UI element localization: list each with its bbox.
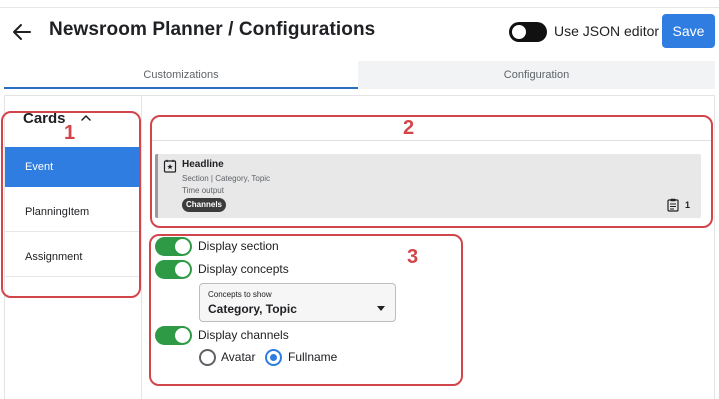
back-arrow-icon[interactable] bbox=[10, 20, 34, 44]
tab-customizations[interactable]: Customizations bbox=[4, 61, 358, 89]
page-title: Newsroom Planner / Configurations bbox=[49, 19, 376, 40]
annotation-box-2 bbox=[150, 115, 713, 228]
save-button[interactable]: Save bbox=[662, 14, 715, 48]
json-editor-toggle[interactable] bbox=[509, 22, 547, 42]
annotation-number-1: 1 bbox=[64, 122, 76, 144]
annotation-number-3: 3 bbox=[407, 246, 419, 268]
annotation-number-2: 2 bbox=[403, 117, 415, 139]
top-divider bbox=[0, 7, 719, 8]
toggle-knob bbox=[512, 25, 526, 39]
json-editor-label: Use JSON editor bbox=[554, 23, 660, 39]
tab-configuration[interactable]: Configuration bbox=[358, 61, 715, 89]
tab-bar: Customizations Configuration bbox=[4, 61, 715, 89]
